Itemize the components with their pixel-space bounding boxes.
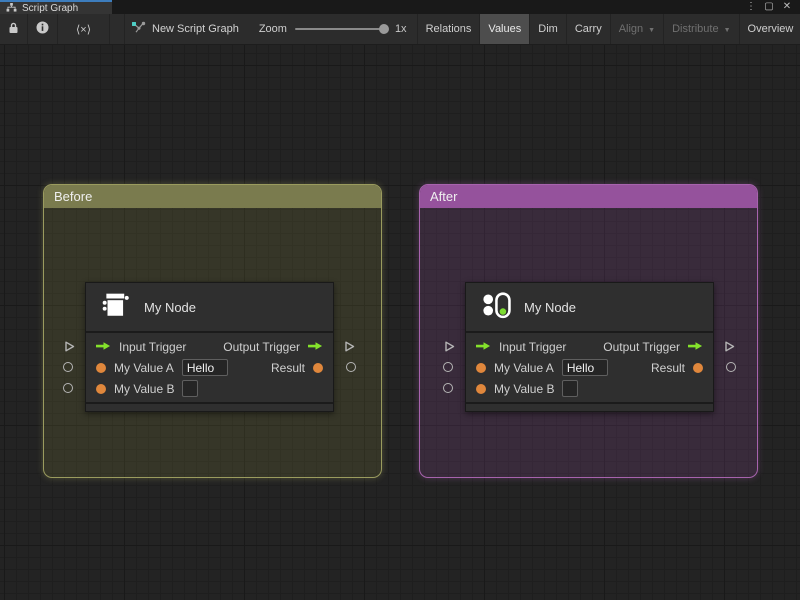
window-maximize-icon[interactable]: ▢: [762, 2, 776, 12]
graph-node-icon: [131, 21, 146, 37]
lock-button[interactable]: [0, 14, 28, 44]
zoom-slider[interactable]: [294, 24, 389, 34]
title-bar: Script Graph ⋮ ▢ ✕: [0, 0, 800, 14]
node-after-header[interactable]: My Node: [466, 283, 713, 331]
value-output-port[interactable]: [693, 362, 703, 373]
graph-name-label: New Script Graph: [152, 23, 239, 35]
flow-output-port[interactable]: [308, 338, 323, 356]
value-b-field[interactable]: [182, 380, 199, 397]
value-input-port[interactable]: [96, 383, 106, 394]
external-value-input[interactable]: [443, 383, 453, 393]
values-button[interactable]: Values: [480, 14, 531, 44]
zoom-slider-knob[interactable]: [378, 24, 389, 34]
node-footer: [466, 402, 713, 411]
tab-title: Script Graph: [22, 2, 79, 14]
variables-button[interactable]: ⟨×⟩: [58, 14, 110, 44]
external-flow-output[interactable]: [723, 340, 736, 358]
script-machine-icon: [479, 288, 513, 327]
value-a-field[interactable]: [561, 359, 608, 376]
group-before-title: Before: [54, 189, 93, 204]
graph-name-breadcrumb[interactable]: New Script Graph: [124, 14, 249, 44]
relations-button[interactable]: Relations: [416, 14, 481, 44]
value-output-port[interactable]: [313, 362, 323, 373]
group-before-header[interactable]: Before: [44, 185, 381, 208]
align-dropdown[interactable]: Align ▼: [611, 14, 665, 44]
group-after-title: After: [430, 189, 458, 204]
value-input-port[interactable]: [96, 362, 106, 373]
graph-toolbar: ⟨×⟩ New Script Graph Zoom 1x Relations V…: [0, 14, 800, 45]
overview-button[interactable]: Overview: [740, 14, 800, 44]
tab-script-graph[interactable]: Script Graph: [0, 0, 112, 14]
window-close-icon[interactable]: ✕: [780, 2, 794, 12]
window-menu-icon[interactable]: ⋮: [744, 2, 758, 12]
external-flow-input[interactable]: [63, 340, 76, 358]
zoom-value: 1x: [394, 23, 407, 35]
external-flow-input[interactable]: [443, 340, 456, 358]
lock-icon: [8, 22, 19, 37]
node-title: My Node: [524, 299, 577, 315]
zoom-label: Zoom: [258, 23, 287, 35]
distribute-dropdown[interactable]: Distribute ▼: [664, 14, 740, 44]
chevron-down-icon: ▼: [648, 26, 656, 34]
flow-input-port[interactable]: [476, 338, 491, 356]
flow-input-port[interactable]: [96, 338, 111, 356]
legacy-unit-icon: [99, 288, 133, 327]
dim-button[interactable]: Dim: [530, 14, 567, 44]
carry-button[interactable]: Carry: [567, 14, 611, 44]
toolbar-right-buttons: Relations Values Dim Carry Align ▼ Distri…: [416, 14, 800, 44]
zoom-control: Zoom 1x: [249, 14, 417, 44]
value-a-field[interactable]: [181, 359, 228, 376]
node-after[interactable]: My Node Input Trigger Output Trigger My …: [443, 282, 736, 412]
value-input-port[interactable]: [476, 362, 486, 373]
external-value-input[interactable]: [63, 362, 73, 372]
flow-output-port[interactable]: [688, 338, 703, 356]
node-title: My Node: [144, 299, 197, 315]
info-icon: [36, 21, 49, 37]
group-after-header[interactable]: After: [420, 185, 757, 208]
value-input-port[interactable]: [476, 383, 486, 394]
external-value-output[interactable]: [726, 362, 736, 372]
code-variables-icon: ⟨×⟩: [75, 23, 91, 36]
node-before-header[interactable]: My Node: [86, 283, 333, 331]
external-flow-output[interactable]: [343, 340, 356, 358]
graph-canvas[interactable]: Before After My Node Input Trigger Outpu…: [0, 45, 800, 600]
node-footer: [86, 402, 333, 411]
chevron-down-icon: ▼: [723, 26, 731, 34]
node-before[interactable]: My Node Input Trigger Output Trigger My …: [63, 282, 356, 412]
external-value-input[interactable]: [63, 383, 73, 393]
external-value-input[interactable]: [443, 362, 453, 372]
external-value-output[interactable]: [346, 362, 356, 372]
value-b-field[interactable]: [562, 380, 579, 397]
inspect-button[interactable]: [28, 14, 58, 44]
